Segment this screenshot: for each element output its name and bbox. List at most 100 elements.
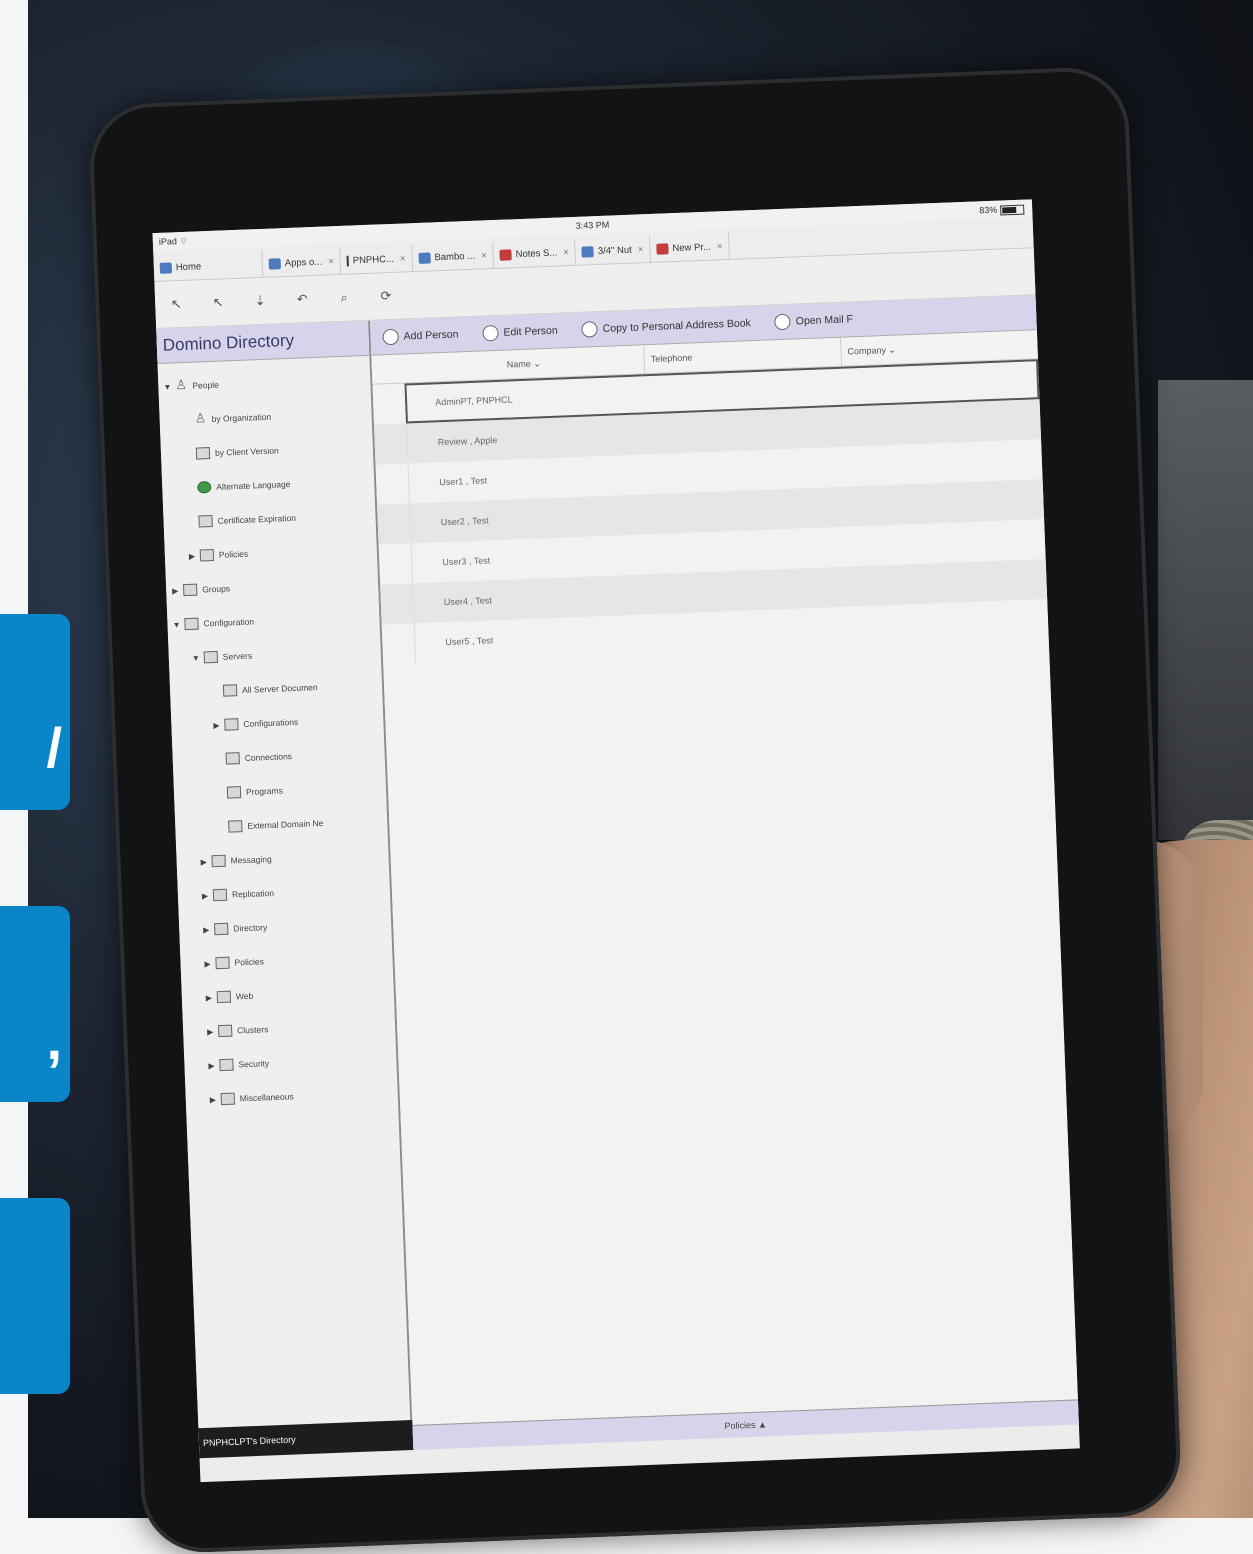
- action-label: Copy to Personal Address Book: [602, 317, 751, 335]
- nav-item-label: Programs: [246, 786, 283, 797]
- home-icon: [160, 262, 172, 273]
- tab-bambo[interactable]: Bambo ... ×: [412, 242, 494, 271]
- notes-icon: [499, 249, 511, 260]
- collapsed-arrow-icon[interactable]: ▶: [211, 720, 221, 729]
- view-icon: [184, 618, 198, 631]
- close-icon[interactable]: ×: [481, 250, 487, 261]
- db-icon: [269, 258, 281, 269]
- nav-item-label: by Client Version: [215, 445, 279, 457]
- view-icon: [223, 684, 237, 697]
- tab-label: Home: [176, 261, 202, 273]
- row-gutter: [379, 543, 414, 584]
- background-pillar: [1158, 380, 1253, 840]
- collapsed-arrow-icon[interactable]: ▶: [208, 1095, 218, 1104]
- tab-label: 3/4" Nut: [598, 244, 632, 256]
- tab-label: Bambo ...: [434, 250, 475, 263]
- tab-home[interactable]: Home: [153, 251, 263, 281]
- view-rows: AdminPT, PNPHCLReview , AppleUser1 , Tes…: [372, 359, 1048, 664]
- tab-new-pr[interactable]: New Pr... ×: [650, 233, 730, 262]
- person-icon: [175, 381, 187, 391]
- expanded-arrow-icon[interactable]: ▼: [191, 653, 201, 662]
- side-box-glyph: ,: [46, 1007, 62, 1072]
- tab-label: Notes S...: [515, 247, 557, 260]
- tab-nut[interactable]: 3/4" Nut ×: [575, 236, 651, 265]
- nav-item[interactable]: ▶Miscellaneous: [185, 1075, 398, 1117]
- add-icon: [382, 329, 399, 346]
- nav-item-label: Replication: [232, 888, 274, 900]
- view-icon: [217, 991, 231, 1004]
- column-company[interactable]: Company ⌄: [841, 336, 897, 366]
- separator-icon: [347, 255, 349, 266]
- name-cell: User2 , Test: [411, 515, 489, 528]
- view-panel: Add Person Edit Person Copy to Personal …: [370, 295, 1079, 1450]
- forward-icon[interactable]: ↖: [211, 294, 226, 311]
- expanded-arrow-icon[interactable]: ▼: [171, 620, 181, 629]
- navigator-panel: Domino Directory ▼Peopleby Organizationb…: [156, 321, 413, 1458]
- edit-icon: [482, 325, 499, 342]
- copy-icon: [581, 321, 598, 338]
- close-icon[interactable]: ×: [638, 244, 644, 255]
- bottom-bar[interactable]: Policies ▲: [412, 1399, 1078, 1450]
- name-cell: User4 , Test: [414, 595, 492, 608]
- view-icon: [219, 1059, 233, 1072]
- search-icon[interactable]: ⌕: [337, 290, 352, 307]
- nav-item-label: Web: [236, 991, 254, 1002]
- copy-to-pab-button[interactable]: Copy to Personal Address Book: [569, 315, 763, 338]
- collapsed-arrow-icon[interactable]: ▶: [170, 586, 180, 595]
- nav-item-label: Policies: [219, 549, 249, 560]
- close-icon[interactable]: ×: [717, 241, 723, 252]
- view-icon: [215, 957, 229, 970]
- edit-person-button[interactable]: Edit Person: [470, 322, 570, 342]
- db-icon: [582, 246, 594, 257]
- collapsed-arrow-icon[interactable]: ▶: [206, 1061, 216, 1070]
- view-icon: [218, 1025, 232, 1038]
- collapsed-arrow-icon[interactable]: ▶: [205, 1027, 215, 1036]
- nav-item-label: by Organization: [211, 412, 271, 424]
- collapsed-arrow-icon[interactable]: ▶: [187, 551, 197, 560]
- name-cell: Review , Apple: [408, 435, 498, 448]
- main-area: Domino Directory ▼Peopleby Organizationb…: [156, 295, 1079, 1458]
- refresh-icon[interactable]: ⟳: [379, 288, 394, 305]
- expanded-arrow-icon[interactable]: ▼: [162, 382, 172, 391]
- view-icon: [214, 923, 228, 936]
- view-icon: [213, 889, 227, 902]
- view-icon: [227, 786, 241, 799]
- collapsed-arrow-icon[interactable]: ▶: [204, 993, 214, 1002]
- collapsed-arrow-icon[interactable]: ▶: [202, 959, 212, 968]
- collapsed-arrow-icon[interactable]: ▶: [200, 891, 210, 900]
- nav-item-label: Clusters: [237, 1024, 269, 1035]
- name-cell: AdminPT, PNPHCL: [405, 394, 513, 408]
- open-mail-button[interactable]: Open Mail F: [763, 311, 866, 331]
- collapsed-arrow-icon[interactable]: ▶: [201, 925, 211, 934]
- back-icon[interactable]: ↖: [169, 296, 184, 313]
- row-gutter: [374, 423, 409, 464]
- nav-item-label: Directory: [233, 922, 267, 933]
- tab-label: PNPHC...: [353, 253, 395, 266]
- side-box-glyph: /: [46, 715, 62, 780]
- globe-icon: [197, 481, 211, 494]
- close-icon[interactable]: ×: [400, 253, 406, 264]
- close-icon[interactable]: ×: [328, 256, 334, 267]
- undo-icon[interactable]: ↶: [295, 291, 310, 308]
- tab-pnphc[interactable]: PNPHC... ×: [340, 245, 413, 274]
- db-icon: [418, 252, 430, 263]
- side-box-1: /: [0, 614, 70, 810]
- nav-item-label: Groups: [202, 583, 230, 594]
- tab-notes[interactable]: Notes S... ×: [493, 239, 576, 268]
- collapsed-arrow-icon[interactable]: ▶: [198, 857, 208, 866]
- nav-item-label: Configuration: [203, 616, 254, 628]
- view-icon: [183, 584, 197, 597]
- view-icon: [204, 651, 218, 664]
- close-icon[interactable]: ×: [563, 247, 569, 258]
- add-person-button[interactable]: Add Person: [370, 326, 470, 346]
- tab-apps[interactable]: Apps o... ×: [262, 248, 341, 277]
- down-icon[interactable]: ⇣: [253, 293, 268, 310]
- nav-item-label: Messaging: [230, 854, 271, 866]
- view-icon: [200, 549, 214, 562]
- nav-item-label: Certificate Expiration: [217, 513, 296, 526]
- side-box-3: [0, 1198, 70, 1394]
- nav-item-label: Alternate Language: [216, 479, 291, 492]
- view-icon: [211, 855, 225, 868]
- directory-footer: PNPHCLPT's Directory: [198, 1420, 415, 1458]
- name-cell: User5 , Test: [415, 635, 493, 648]
